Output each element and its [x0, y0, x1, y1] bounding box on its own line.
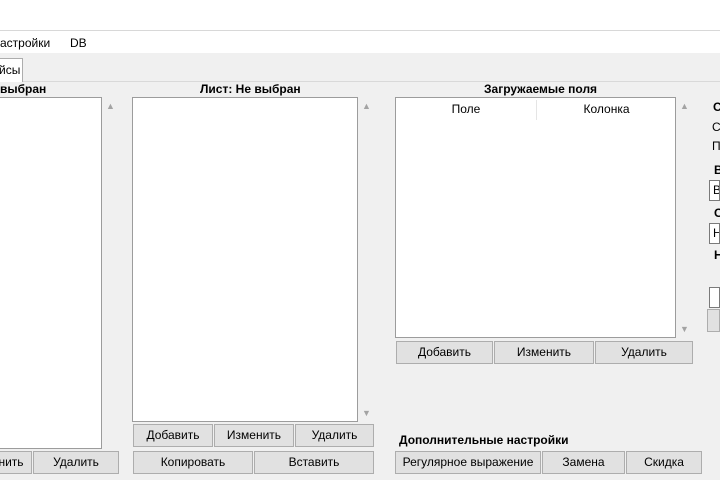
regex-button[interactable]: Регулярное выражение: [395, 451, 541, 474]
sheet-paste-button[interactable]: Вставить: [254, 451, 374, 474]
right-panel-line2: П: [712, 139, 720, 153]
scroll-down-icon[interactable]: ▼: [358, 408, 375, 418]
fields-panel-title: Загружаемые поля: [484, 82, 598, 96]
right-field3[interactable]: [709, 287, 720, 308]
sheet-delete-button[interactable]: Удалить: [295, 424, 374, 447]
discount-button[interactable]: Скидка: [626, 451, 702, 474]
sheet-panel-title: Лист: Не выбран: [200, 82, 301, 96]
scroll-up-icon[interactable]: ▲: [358, 101, 375, 111]
sheet-edit-button[interactable]: Изменить: [214, 424, 294, 447]
right-field1[interactable]: В: [709, 180, 720, 201]
sheet-copy-button[interactable]: Копировать: [133, 451, 253, 474]
scroll-up-icon[interactable]: ▲: [102, 101, 119, 111]
menu-settings[interactable]: астройки: [0, 36, 50, 50]
right-panel-heading: С: [713, 100, 720, 114]
menu-db[interactable]: DB: [70, 36, 87, 50]
right-panel-line1: С: [712, 120, 720, 134]
fields-delete-button[interactable]: Удалить: [595, 341, 693, 364]
left-edit-button[interactable]: нить: [0, 451, 32, 474]
right-group3-title: Н: [714, 248, 720, 262]
title-bar: [0, 0, 720, 31]
fields-column-header[interactable]: Поле: [396, 98, 536, 120]
scroll-down-icon[interactable]: ▼: [676, 324, 693, 334]
column-column-header[interactable]: Колонка: [537, 98, 676, 120]
fields-add-button[interactable]: Добавить: [396, 341, 493, 364]
right-group2-title: С: [714, 206, 720, 220]
replace-button[interactable]: Замена: [542, 451, 625, 474]
tab-active[interactable]: йсы: [0, 58, 23, 82]
right-panel-button[interactable]: [707, 309, 720, 332]
sheet-list-scrollbar[interactable]: ▲ ▼: [358, 97, 375, 422]
left-panel-title: выбран: [0, 82, 47, 96]
left-list-scrollbar[interactable]: ▲: [102, 97, 119, 449]
fields-table[interactable]: Поле Колонка: [395, 97, 676, 338]
sheet-add-button[interactable]: Добавить: [133, 424, 213, 447]
scroll-up-icon[interactable]: ▲: [676, 101, 693, 111]
extra-settings-title: Дополнительные настройки: [399, 433, 569, 447]
fields-table-scrollbar[interactable]: ▲ ▼: [676, 97, 693, 338]
fields-edit-button[interactable]: Изменить: [494, 341, 594, 364]
menu-bar: астройки DB: [0, 31, 720, 53]
right-field2[interactable]: Н: [709, 223, 720, 244]
tab-divider: [0, 81, 720, 82]
right-group1-title: В: [714, 163, 720, 177]
left-list[interactable]: [0, 97, 102, 449]
left-delete-button[interactable]: Удалить: [33, 451, 119, 474]
sheet-list[interactable]: [132, 97, 358, 422]
